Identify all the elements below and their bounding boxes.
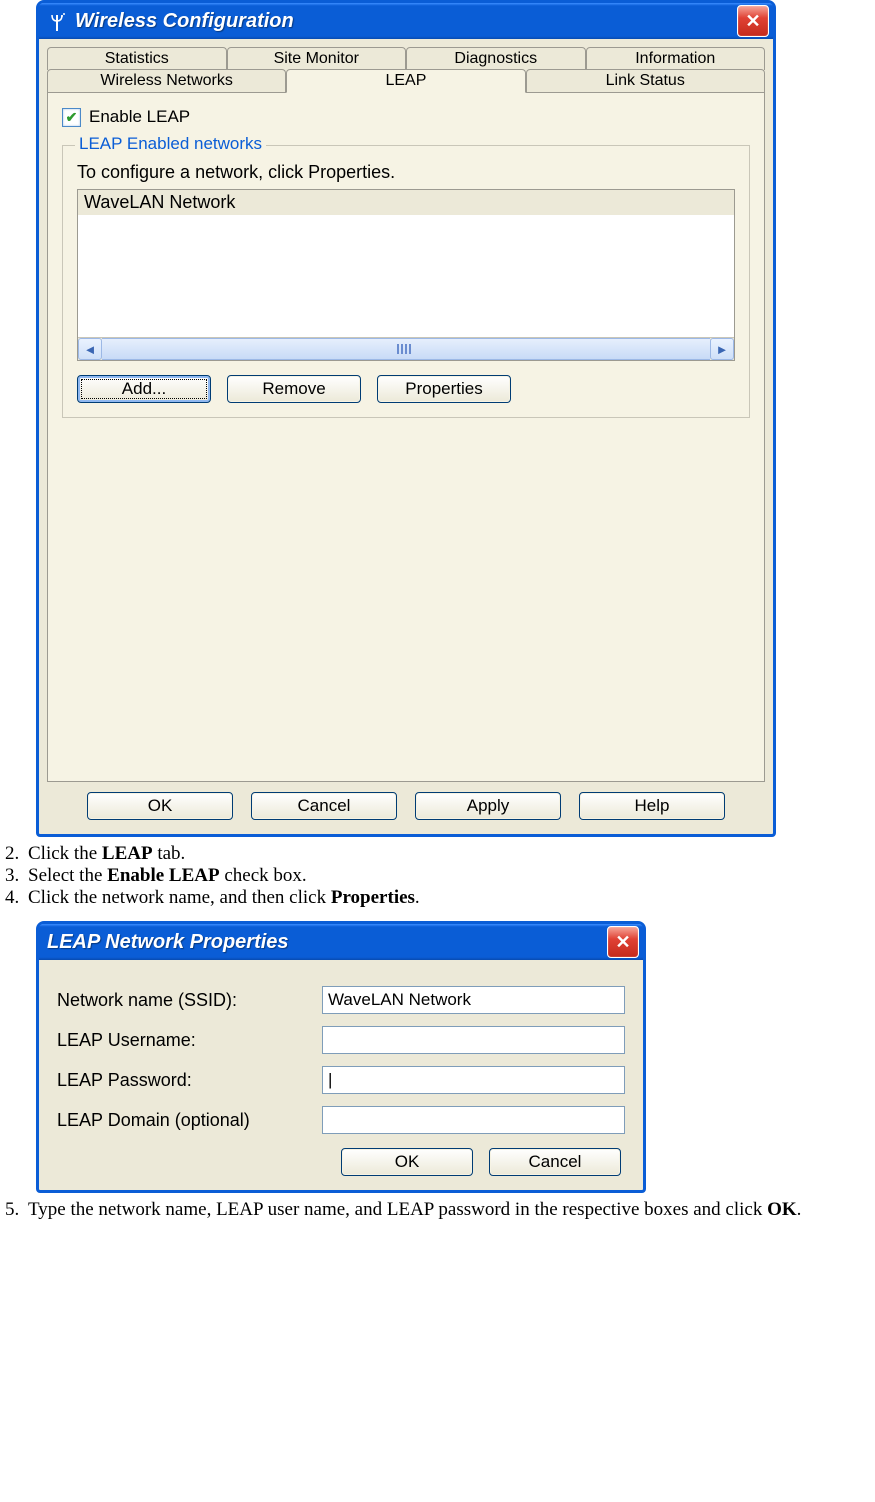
leap-properties-window: LEAP Network Properties ✕ Network name (… xyxy=(36,921,646,1193)
remove-button[interactable]: Remove xyxy=(227,375,361,403)
dialog-actions: OK Cancel Apply Help xyxy=(47,782,765,826)
leap-networks-fieldset: LEAP Enabled networks To configure a net… xyxy=(62,145,750,418)
instructions-block-2: Type the network name, LEAP user name, a… xyxy=(0,1199,875,1221)
username-label: LEAP Username: xyxy=(57,1030,312,1051)
wireless-config-window: Wireless Configuration ✕ Statistics Site… xyxy=(36,0,776,837)
titlebar: Wireless Configuration ✕ xyxy=(39,3,773,39)
instructions-block-1: Click the LEAP tab. Select the Enable LE… xyxy=(0,843,875,909)
ssid-label: Network name (SSID): xyxy=(57,990,312,1011)
scroll-right-icon[interactable]: ► xyxy=(710,338,734,360)
tab-diagnostics[interactable]: Diagnostics xyxy=(406,47,586,70)
tab-statistics[interactable]: Statistics xyxy=(47,47,227,70)
domain-label: LEAP Domain (optional) xyxy=(57,1110,312,1131)
window-title: Wireless Configuration xyxy=(75,10,294,33)
ok-button[interactable]: OK xyxy=(341,1148,473,1176)
close-icon[interactable]: ✕ xyxy=(737,5,769,37)
check-icon: ✔ xyxy=(62,108,81,127)
password-input[interactable] xyxy=(322,1066,625,1094)
enable-leap-label: Enable LEAP xyxy=(89,107,190,127)
antenna-icon xyxy=(47,11,67,31)
list-item[interactable]: WaveLAN Network xyxy=(78,190,734,215)
window-title: LEAP Network Properties xyxy=(47,931,289,954)
horizontal-scrollbar[interactable]: ◄ ► xyxy=(78,337,734,360)
step-5: Type the network name, LEAP user name, a… xyxy=(24,1199,875,1221)
cancel-button[interactable]: Cancel xyxy=(489,1148,621,1176)
tab-leap[interactable]: LEAP xyxy=(286,69,525,93)
titlebar: LEAP Network Properties ✕ xyxy=(39,924,643,960)
tab-strip: Statistics Site Monitor Diagnostics Info… xyxy=(47,47,765,782)
step-2: Click the LEAP tab. xyxy=(24,843,875,865)
network-listbox[interactable]: WaveLAN Network ◄ ► xyxy=(77,189,735,361)
ssid-input[interactable] xyxy=(322,986,625,1014)
help-button[interactable]: Help xyxy=(579,792,725,820)
close-icon[interactable]: ✕ xyxy=(607,926,639,958)
scroll-left-icon[interactable]: ◄ xyxy=(78,338,102,360)
username-input[interactable] xyxy=(322,1026,625,1054)
enable-leap-checkbox[interactable]: ✔ Enable LEAP xyxy=(62,107,190,127)
password-label: LEAP Password: xyxy=(57,1070,312,1091)
tab-wireless-networks[interactable]: Wireless Networks xyxy=(47,69,286,93)
apply-button[interactable]: Apply xyxy=(415,792,561,820)
fieldset-hint: To configure a network, click Properties… xyxy=(77,162,735,183)
step-3: Select the Enable LEAP check box. xyxy=(24,865,875,887)
tab-link-status[interactable]: Link Status xyxy=(526,69,765,93)
tab-information[interactable]: Information xyxy=(586,47,766,70)
scroll-track[interactable] xyxy=(102,338,710,360)
properties-button[interactable]: Properties xyxy=(377,375,511,403)
ok-button[interactable]: OK xyxy=(87,792,233,820)
cancel-button[interactable]: Cancel xyxy=(251,792,397,820)
tab-site-monitor[interactable]: Site Monitor xyxy=(227,47,407,70)
leap-tab-pane: ✔ Enable LEAP LEAP Enabled networks To c… xyxy=(47,92,765,782)
fieldset-legend: LEAP Enabled networks xyxy=(75,134,266,154)
domain-input[interactable] xyxy=(322,1106,625,1134)
add-button[interactable]: Add... xyxy=(77,375,211,403)
step-4: Click the network name, and then click P… xyxy=(24,887,875,909)
